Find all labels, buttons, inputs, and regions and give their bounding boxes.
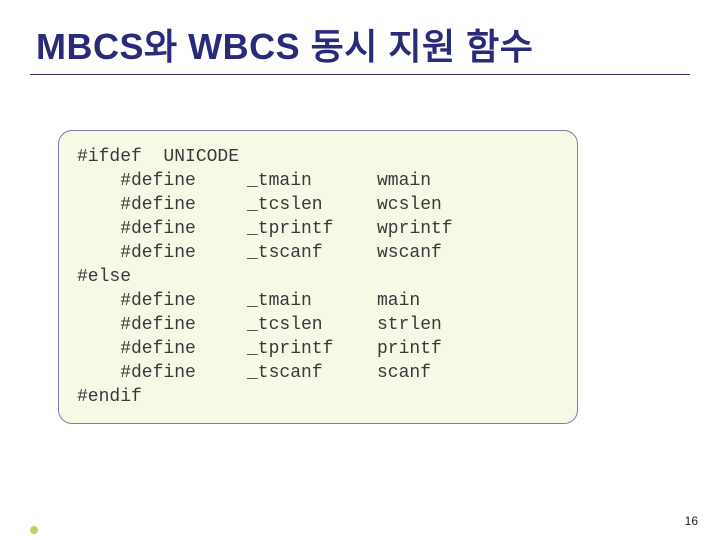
code-line: #define_tprintfprintf — [77, 337, 559, 361]
code-col2: _tprintf — [247, 337, 377, 361]
code-col1: #ifdef UNICODE — [77, 145, 247, 169]
code-col1: #define — [77, 361, 247, 385]
code-col2: _tcslen — [247, 313, 377, 337]
code-col3: strlen — [377, 313, 442, 337]
code-line: #define_tmainwmain — [77, 169, 559, 193]
code-col2: _tscanf — [247, 361, 377, 385]
code-col2: _tmain — [247, 289, 377, 313]
code-col3: wscanf — [377, 241, 442, 265]
code-line: #else — [77, 265, 559, 289]
code-col1: #define — [77, 289, 247, 313]
code-line: #define_tprintfwprintf — [77, 217, 559, 241]
code-col3: scanf — [377, 361, 431, 385]
page-number: 16 — [685, 514, 698, 528]
code-col1: #define — [77, 337, 247, 361]
code-col1: #define — [77, 313, 247, 337]
code-line: #define_tscanfscanf — [77, 361, 559, 385]
code-col3: main — [377, 289, 420, 313]
code-line: #define_tcslenstrlen — [77, 313, 559, 337]
code-col2: _tmain — [247, 169, 377, 193]
code-line: #define_tcslenwcslen — [77, 193, 559, 217]
slide-title: MBCS와 WBCS 동시 지원 함수 — [36, 18, 533, 70]
code-col2 — [247, 385, 377, 409]
code-box: #ifdef UNICODE #define_tmainwmain #defin… — [58, 130, 578, 424]
code-col2: _tprintf — [247, 217, 377, 241]
bullet-icon — [30, 526, 38, 534]
code-col1: #define — [77, 169, 247, 193]
code-col2: _tscanf — [247, 241, 377, 265]
code-col1: #else — [77, 265, 247, 289]
title-underline — [30, 74, 690, 75]
code-col3: wcslen — [377, 193, 442, 217]
code-col1: #define — [77, 217, 247, 241]
code-col2 — [247, 145, 377, 169]
code-line: #define_tscanfwscanf — [77, 241, 559, 265]
code-line: #ifdef UNICODE — [77, 145, 559, 169]
code-col1: #define — [77, 193, 247, 217]
code-col2: _tcslen — [247, 193, 377, 217]
slide: MBCS와 WBCS 동시 지원 함수 #ifdef UNICODE #defi… — [0, 0, 720, 540]
code-col1: #endif — [77, 385, 247, 409]
code-line: #endif — [77, 385, 559, 409]
code-col1: #define — [77, 241, 247, 265]
code-col3: printf — [377, 337, 442, 361]
code-line: #define_tmainmain — [77, 289, 559, 313]
code-col3: wprintf — [377, 217, 453, 241]
code-col3: wmain — [377, 169, 431, 193]
code-col2 — [247, 265, 377, 289]
